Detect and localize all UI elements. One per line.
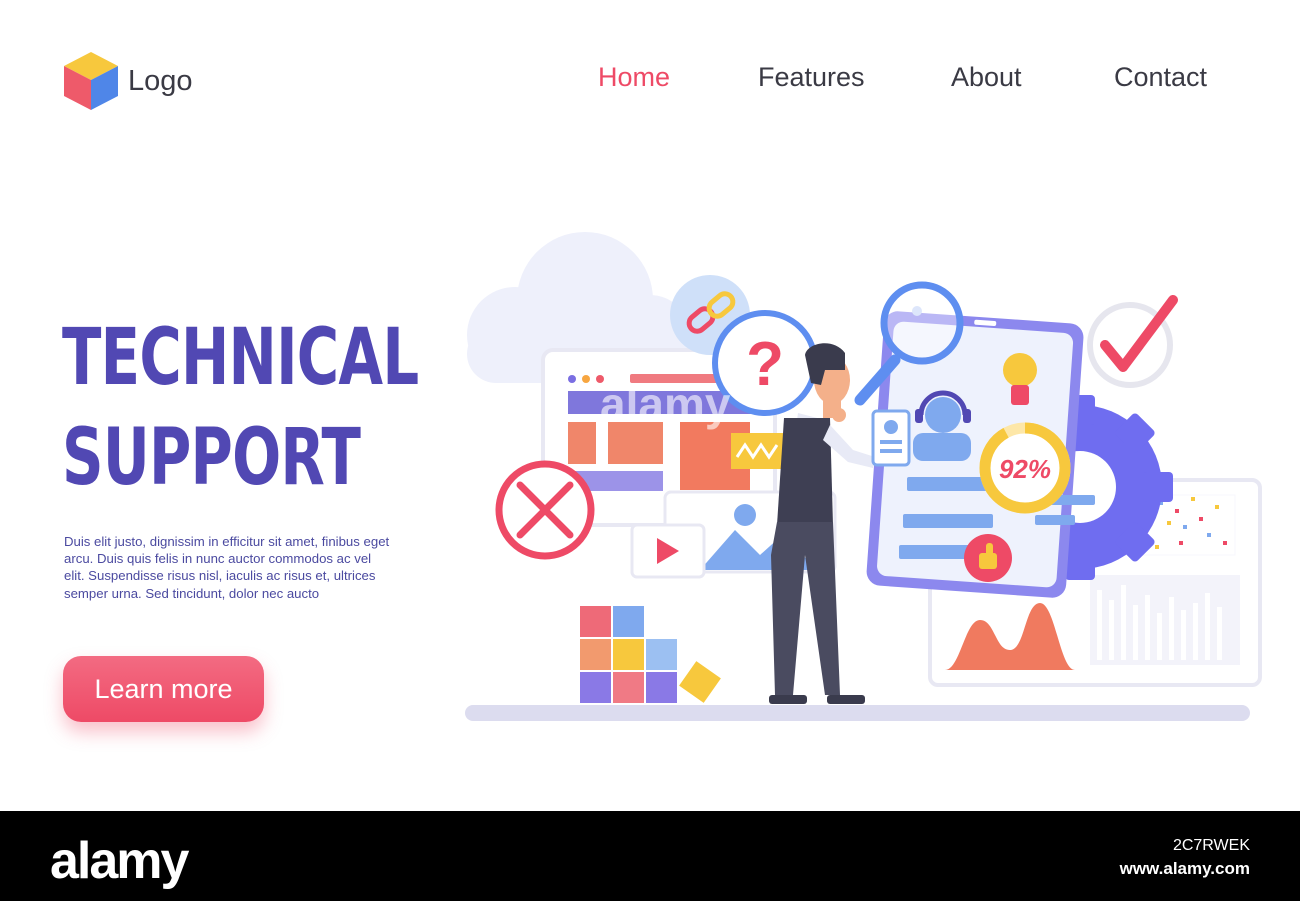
- footer-site[interactable]: www.alamy.com: [1120, 859, 1250, 879]
- checkmark-icon: [1087, 295, 1178, 388]
- tablet-device: [871, 409, 911, 467]
- footer-bar: alamy 2C7RWEK www.alamy.com: [0, 811, 1300, 901]
- ground-line: [465, 705, 1250, 721]
- hero-title-line2: SUPPORT: [62, 413, 361, 503]
- hero-title-line1: TECHNICAL: [62, 313, 419, 403]
- footer-brand: alamy: [50, 832, 189, 890]
- watermark-text: alamy: [600, 378, 731, 430]
- nav-features[interactable]: Features: [758, 62, 865, 93]
- play-icon[interactable]: [630, 523, 706, 579]
- learn-more-button[interactable]: Learn more: [63, 656, 264, 722]
- hero-title: TECHNICAL SUPPORT: [62, 308, 419, 508]
- footer-image-id: 2C7RWEK: [1172, 837, 1250, 854]
- color-blocks: [580, 606, 721, 703]
- progress-label: 92%: [999, 454, 1051, 484]
- technical-support-illustration: ? 92% alamy: [465, 232, 1262, 721]
- thumbs-up-icon: [964, 534, 1012, 582]
- question-mark: ?: [746, 330, 784, 399]
- progress-ring: 92%: [979, 422, 1071, 514]
- nav-about[interactable]: About: [951, 62, 1022, 93]
- nav-home[interactable]: Home: [598, 62, 670, 93]
- nav-contact[interactable]: Contact: [1114, 62, 1207, 93]
- main-nav: Home Features About Contact: [0, 62, 1300, 102]
- hero-description: Duis elit justo, dignissim in efficitur …: [64, 534, 390, 601]
- cancel-icon: [495, 460, 595, 560]
